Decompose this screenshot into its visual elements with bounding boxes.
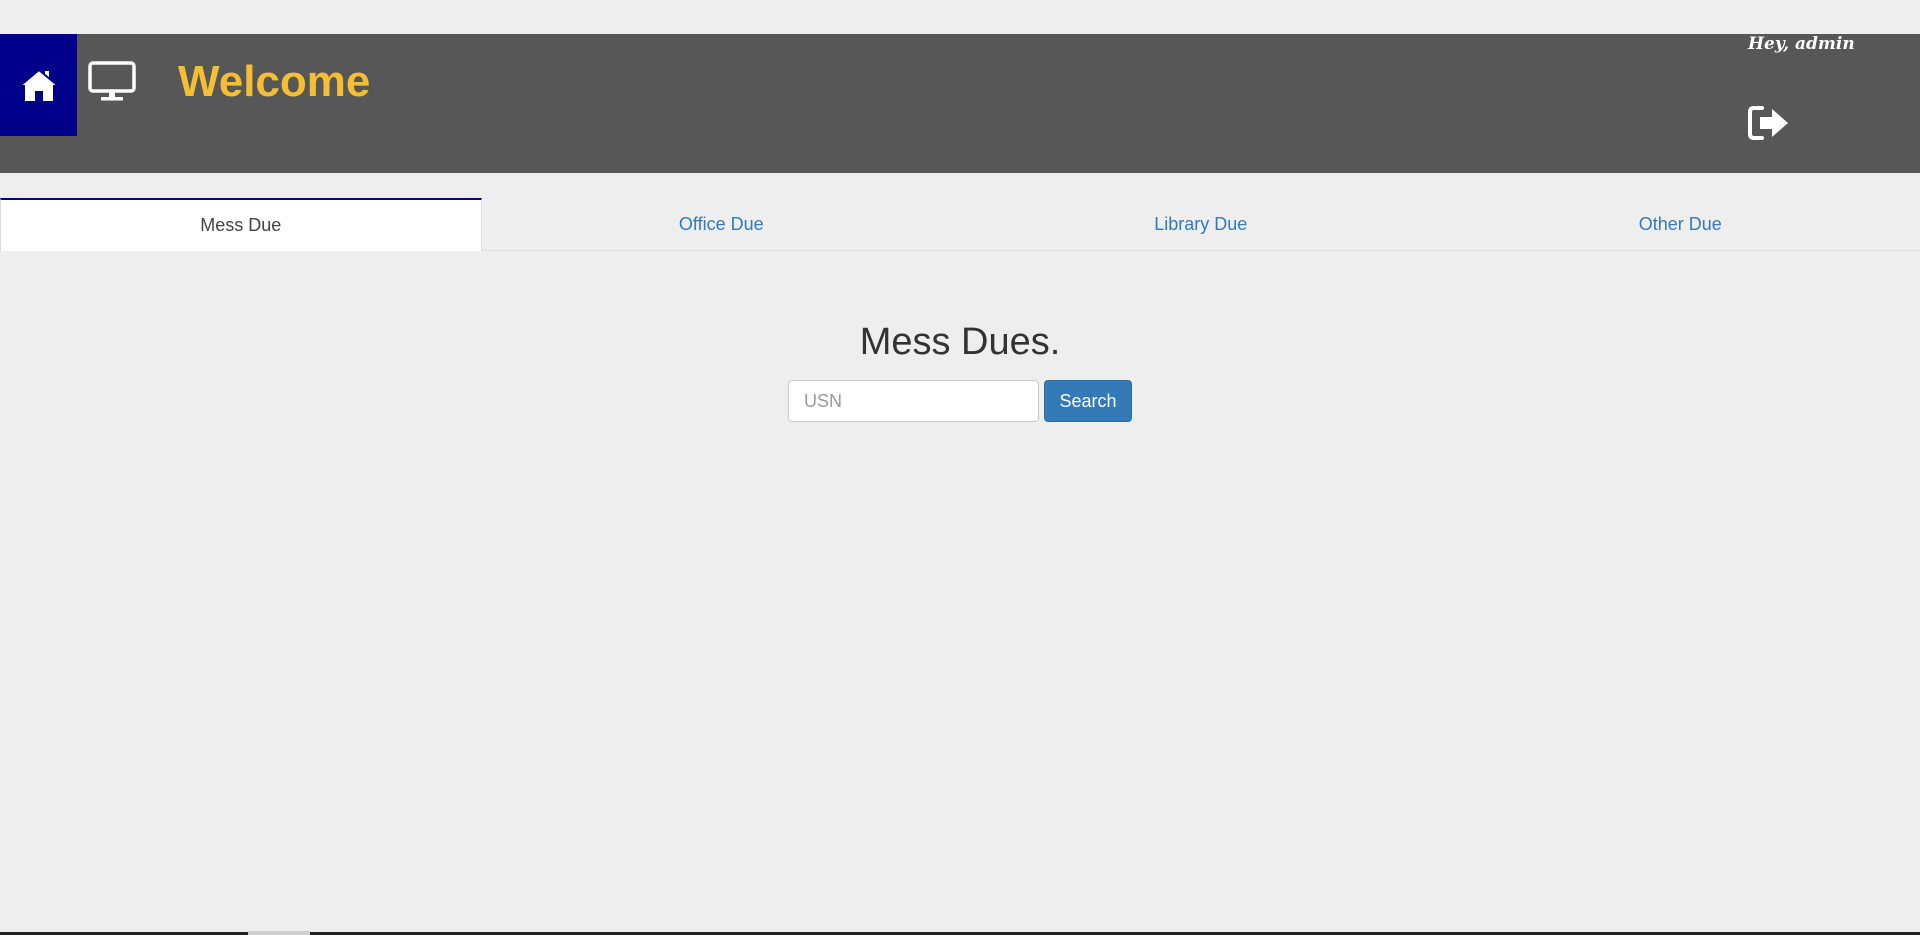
logout-icon [1748, 106, 1788, 140]
tab-other-due[interactable]: Other Due [1441, 198, 1920, 250]
monitor-icon [88, 61, 136, 101]
home-icon [19, 68, 58, 101]
home-button[interactable] [0, 34, 77, 136]
page-title: Welcome [178, 57, 371, 106]
top-header: Welcome Hey, admin [0, 34, 1920, 173]
tab-office-due[interactable]: Office Due [482, 198, 962, 250]
search-button[interactable]: Search [1044, 380, 1132, 422]
search-form: Search [788, 380, 1132, 422]
horizontal-scrollbar-thumb[interactable] [248, 931, 310, 935]
user-greeting: Hey, admin [1748, 34, 1855, 54]
logout-button[interactable] [1746, 103, 1792, 143]
usn-input[interactable] [788, 380, 1039, 422]
tab-mess-due[interactable]: Mess Due [0, 198, 482, 251]
monitor-button[interactable] [86, 60, 140, 104]
section-heading: Mess Dues. [859, 321, 1061, 363]
due-tabs: Mess Due Office Due Library Due Other Du… [0, 198, 1920, 251]
tab-library-due[interactable]: Library Due [961, 198, 1441, 250]
